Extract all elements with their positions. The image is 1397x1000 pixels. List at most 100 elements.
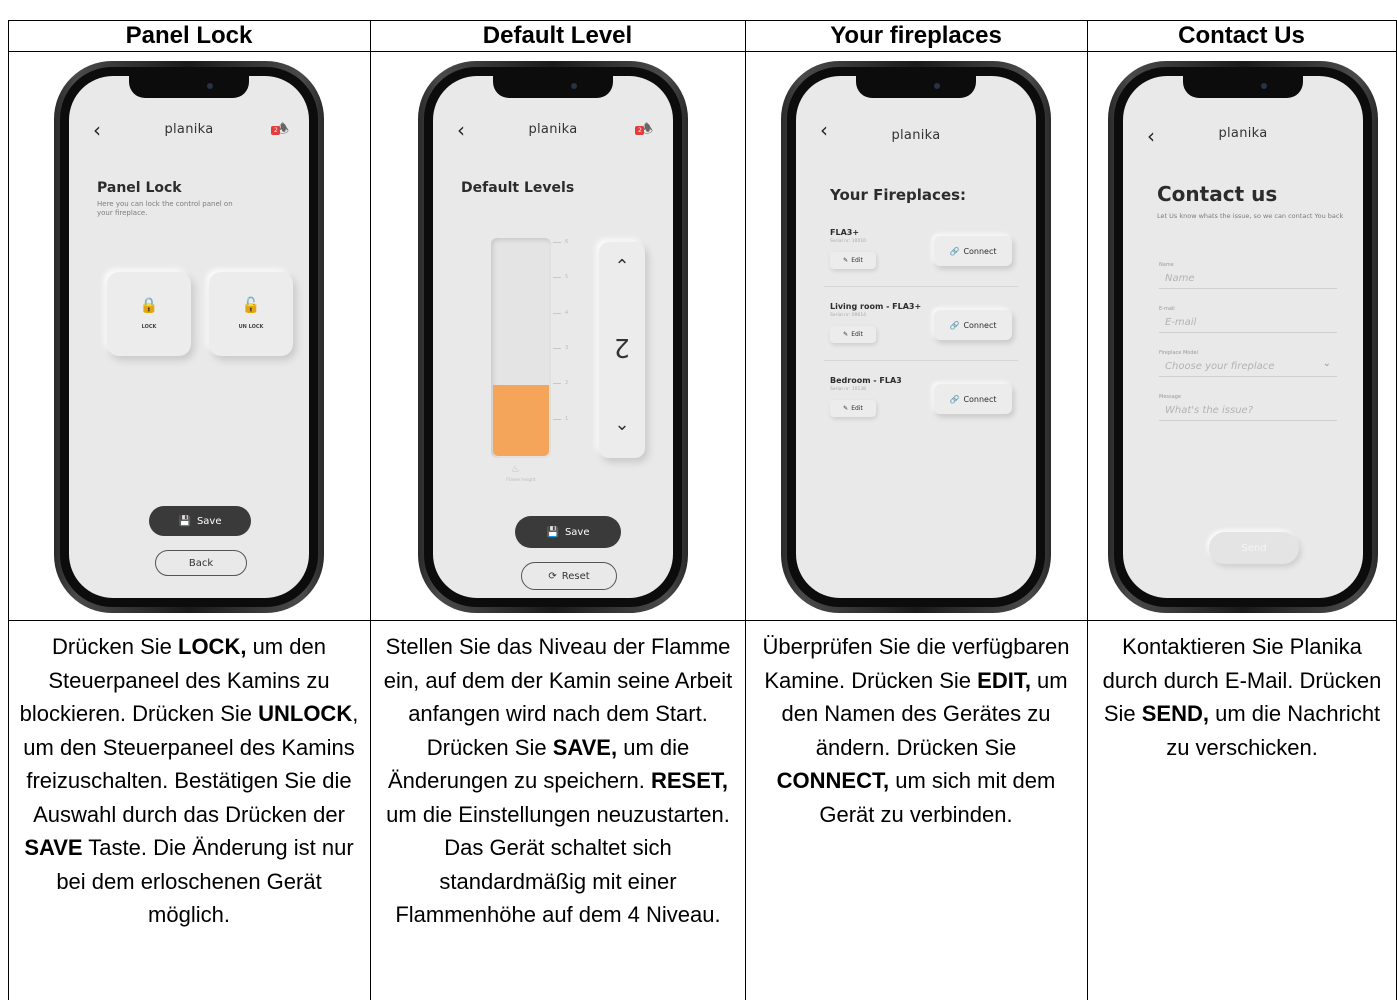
- save-icon: 💾: [178, 515, 191, 527]
- lock-button[interactable]: 🔒 LOCK: [107, 272, 191, 356]
- message-label: Message: [1159, 394, 1181, 400]
- column-header: Panel Lock: [125, 22, 253, 49]
- level-tick-label: 6: [565, 239, 569, 245]
- caption-keyword: SAVE,: [552, 734, 618, 760]
- connect-label: Connect: [963, 394, 997, 404]
- level-up-button[interactable]: ⌃: [599, 256, 645, 277]
- divider: [824, 360, 1018, 361]
- level-value: 2: [614, 332, 630, 362]
- name-field[interactable]: Name: [1165, 273, 1195, 284]
- table-border-left: [8, 20, 9, 1000]
- notification-badge: 2: [635, 126, 645, 135]
- brand-logo: planika: [1218, 126, 1268, 141]
- phone-notch: [129, 76, 249, 98]
- column-header: Your fireplaces: [830, 22, 1002, 49]
- level-tick: [553, 242, 561, 243]
- model-select[interactable]: Choose your fireplace: [1165, 361, 1274, 372]
- edit-label: Edit: [851, 405, 863, 412]
- fireplace-item: FLA3+ Serial nr: 10010 ✎ Edit 🔗 Connect: [830, 228, 1018, 278]
- divider: [824, 286, 1018, 287]
- caption-keyword: RESET,: [650, 768, 728, 793]
- table-col-divider: [1087, 20, 1088, 1000]
- level-tick: [553, 277, 561, 279]
- screen-title: Default Levels: [461, 180, 575, 196]
- level-tick-label: 4: [565, 309, 569, 316]
- panel-lock-screen: ‹ planika 🕭 2 Panel Lock Here you can loc…: [69, 76, 309, 598]
- connect-button[interactable]: 🔗 Connect: [934, 310, 1012, 340]
- fireplaces-screen: ‹ planika Your Fireplaces: FLA3+ Serial …: [796, 76, 1036, 598]
- caption-keyword: CONNECT,: [776, 768, 890, 793]
- level-tick: [553, 348, 561, 349]
- connect-button[interactable]: 🔗 Connect: [934, 384, 1012, 414]
- back-button[interactable]: Back: [155, 550, 247, 576]
- flame-level-gauge[interactable]: [491, 238, 551, 458]
- edit-label: Edit: [851, 257, 863, 264]
- fireplace-item: Living room - FLA3+ Serial nr: 09614 ✎ Ed…: [830, 302, 1018, 352]
- screen-title: Panel Lock: [97, 180, 182, 196]
- phone-notch: [493, 76, 613, 98]
- caption-text: um die Einstellungen neuzustarten. Das G…: [386, 801, 730, 928]
- save-button[interactable]: 💾 Save: [515, 516, 621, 548]
- phone-notch: [1183, 76, 1303, 98]
- send-button[interactable]: Send: [1209, 532, 1299, 564]
- reset-icon: ⟳: [548, 570, 557, 582]
- unlock-button[interactable]: 🔓 UN LOCK: [209, 272, 293, 356]
- table-col-divider: [370, 20, 371, 1000]
- caption-fireplaces: Überprüfen Sie die verfügbaren Kamine. D…: [760, 630, 1072, 831]
- unlock-label: UN LOCK: [238, 324, 264, 330]
- level-down-button[interactable]: ⌄: [599, 414, 645, 435]
- edit-button[interactable]: ✎ Edit: [830, 326, 876, 343]
- notification-bell-icon[interactable]: 🕭 2: [271, 120, 289, 142]
- link-icon: 🔗: [949, 394, 960, 404]
- flame-height-label: Flame height: [506, 478, 536, 483]
- reset-label: Reset: [561, 570, 590, 582]
- save-button[interactable]: 💾 Save: [149, 506, 251, 536]
- fireplace-item: Bedroom - FLA3 Serial nr: 10138 ✎ Edit 🔗 C…: [830, 376, 1018, 426]
- header-divider: [8, 51, 1397, 52]
- phone-mockup: ‹ planika 🕭 2 Panel Lock Here you can loc…: [54, 61, 324, 613]
- reset-button[interactable]: ⟳ Reset: [521, 562, 617, 590]
- level-tick: [553, 418, 561, 420]
- level-tick-label: 2: [565, 380, 569, 387]
- brand-logo: planika: [891, 128, 941, 143]
- back-label: Back: [188, 557, 214, 569]
- email-label: E-mail: [1159, 306, 1175, 312]
- notification-badge: 2: [271, 126, 281, 135]
- caption-keyword: SEND,: [1141, 701, 1209, 726]
- field-underline: [1159, 288, 1337, 289]
- table-col-divider: [745, 20, 746, 1000]
- notification-bell-icon[interactable]: 🕭 2: [635, 120, 653, 142]
- caption-panel-lock: Drücken Sie LOCK, um den Steuerpaneel de…: [18, 630, 360, 932]
- lock-label: LOCK: [141, 324, 157, 330]
- field-underline: [1159, 376, 1337, 377]
- flame-level-fill: [493, 384, 549, 456]
- caption-keyword: EDIT,: [977, 667, 1031, 693]
- level-control: ⌃ 2 ⌄: [599, 242, 645, 458]
- edit-button[interactable]: ✎ Edit: [830, 252, 876, 269]
- field-underline: [1159, 332, 1337, 333]
- link-icon: 🔗: [949, 246, 960, 256]
- model-label: Fireplace Model: [1159, 350, 1198, 356]
- connect-button[interactable]: 🔗 Connect: [934, 236, 1012, 266]
- edit-button[interactable]: ✎ Edit: [830, 400, 876, 417]
- edit-icon: ✎: [843, 331, 849, 338]
- contact-screen: ‹ planika Contact us Let Us know whats t…: [1123, 76, 1363, 598]
- name-label: Name: [1159, 262, 1174, 268]
- edit-icon: ✎: [843, 257, 849, 264]
- level-tick-label: 3: [565, 345, 569, 351]
- default-level-screen: ‹ planika 🕭 2 Default Levels 654321 ♨ Fla…: [433, 76, 673, 598]
- save-label: Save: [196, 515, 222, 527]
- phone-mockup: ‹ planika 🕭 2 Default Levels 654321 ♨ Fla…: [418, 61, 688, 613]
- email-field[interactable]: E-mail: [1165, 317, 1196, 328]
- table-row-divider: [8, 620, 1397, 621]
- chevron-down-icon[interactable]: ⌄: [1323, 358, 1331, 369]
- message-field[interactable]: What's the issue?: [1165, 405, 1253, 416]
- save-icon: 💾: [546, 526, 559, 538]
- screen-title: Your Fireplaces:: [830, 186, 967, 204]
- lock-closed-icon: 🔒: [139, 296, 159, 314]
- level-tick: [553, 383, 561, 385]
- phone-mockup: ‹ planika Your Fireplaces: FLA3+ Serial …: [781, 61, 1051, 613]
- phone-notch: [856, 76, 976, 98]
- field-underline: [1159, 420, 1337, 421]
- level-tick-label: 1: [565, 415, 569, 422]
